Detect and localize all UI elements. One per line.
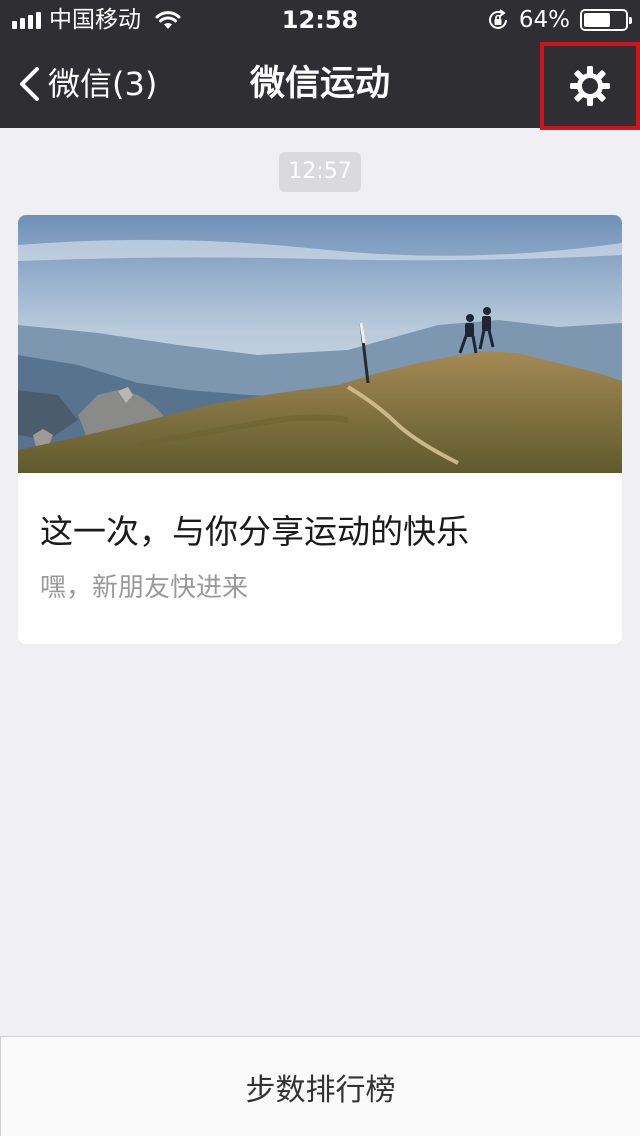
battery-percent: 64% [518, 7, 570, 33]
battery-icon [580, 9, 632, 31]
battery-fill [584, 13, 610, 27]
step-ranking-label: 步数排行榜 [245, 1072, 396, 1108]
gear-icon [570, 66, 610, 106]
message-timestamp: 12:57 [279, 152, 361, 192]
status-bar: 中国移动 12:58 64% [0, 0, 640, 40]
step-ranking-button[interactable]: 步数排行榜 [0, 1036, 640, 1136]
hikers-mountain-image [18, 215, 622, 473]
nav-bar: 微信(3) 微信运动 [0, 40, 640, 130]
settings-button[interactable] [540, 42, 640, 130]
battery-nub [629, 17, 632, 24]
status-right: 64% [487, 6, 632, 34]
card-title: 这一次，与你分享运动的快乐 [40, 512, 469, 551]
card-subtitle: 嘿，新朋友快进来 [40, 573, 249, 603]
rotation-lock-icon [488, 9, 507, 29]
